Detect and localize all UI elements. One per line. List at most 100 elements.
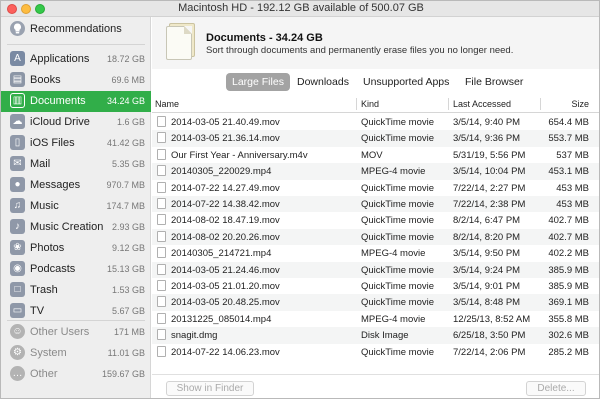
files-table: Name Kind Last Accessed Size 2014-03-05 …	[152, 95, 599, 374]
category-title: Documents - 34.24 GB	[206, 32, 323, 44]
sidebar-item-music[interactable]: ♫ Music 174.7 MB	[1, 196, 151, 217]
last-accessed-cell: 5/31/19, 5:56 PM	[453, 149, 526, 161]
sidebar-item-size: 41.42 GB	[106, 138, 145, 148]
sidebar-item-size: 18.72 GB	[106, 54, 145, 64]
file-size-cell: 553.7 MB	[548, 133, 589, 145]
file-icon	[157, 198, 166, 209]
table-row[interactable]: 2014-03-05 21.36.14.mov QuickTime movie 3/…	[152, 130, 599, 147]
sidebar-item-ios-files[interactable]: ▯ iOS Files 41.42 GB	[1, 133, 151, 154]
sidebar-item-photos[interactable]: ❀ Photos 9.12 GB	[1, 238, 151, 259]
sidebar: Recommendations A Applications 18.72 GB ▤ Bo…	[1, 17, 151, 398]
messages-icon: ●	[10, 177, 25, 192]
delete-button[interactable]: Delete...	[526, 381, 586, 396]
column-header-name[interactable]: Name	[155, 95, 180, 113]
file-name-cell: 20140305_220029.mp4	[171, 166, 272, 178]
sidebar-item-size: 34.24 GB	[106, 96, 145, 106]
sidebar-item-books[interactable]: ▤ Books 69.6 MB	[1, 70, 151, 91]
file-size-cell: 537 MB	[556, 149, 589, 161]
sidebar-item-label: System	[30, 347, 67, 359]
other-icon: …	[10, 366, 25, 381]
last-accessed-cell: 7/22/14, 2:06 PM	[453, 346, 526, 358]
last-accessed-cell: 3/5/14, 9:40 PM	[453, 117, 521, 128]
file-icon	[157, 165, 166, 177]
file-size-cell: 402.7 MB	[548, 215, 589, 227]
file-name-cell: snagit.dmg	[171, 330, 218, 342]
sidebar-item-trash[interactable]: □ Trash 1.53 GB	[1, 280, 151, 301]
sidebar-item-size: 15.13 GB	[106, 264, 145, 274]
file-kind-cell: QuickTime movie	[361, 281, 435, 292]
sidebar-item-label: iOS Files	[30, 137, 75, 149]
tv-icon: ▭	[10, 303, 25, 318]
sidebar-item-label: Music Creation	[30, 221, 104, 233]
table-header: Name Kind Last Accessed Size	[152, 95, 599, 113]
file-kind-cell: MPEG-4 movie	[361, 313, 426, 325]
table-row[interactable]: Our First Year - Anniversary.m4v MOV 5/31/…	[152, 147, 599, 163]
file-name-cell: 20131225_085014.mp4	[171, 313, 272, 325]
sidebar-item-other-users[interactable]: ☺ Other Users 171 MB	[1, 322, 151, 343]
sidebar-item-icloud-drive[interactable]: ☁ iCloud Drive 1.6 GB	[1, 112, 151, 133]
file-size-cell: 453 MB	[556, 182, 589, 194]
file-name-cell: 2014-08-02 18.47.19.mov	[171, 215, 280, 227]
table-row[interactable]: 2014-03-05 21.40.49.mov QuickTime movie 3/…	[152, 114, 599, 130]
sidebar-item-mail[interactable]: ✉ Mail 5.35 GB	[1, 154, 151, 175]
table-row[interactable]: snagit.dmg Disk Image 6/25/18, 3:50 PM 302.…	[152, 327, 599, 344]
column-header-kind[interactable]: Kind	[361, 95, 380, 113]
file-kind-cell: QuickTime movie	[361, 182, 435, 194]
last-accessed-cell: 12/25/13, 8:52 AM	[453, 313, 531, 325]
users-icon: ☺	[10, 324, 25, 339]
table-row[interactable]: 2014-08-02 18.47.19.mov QuickTime movie 8/…	[152, 212, 599, 228]
sidebar-item-size: 2.93 GB	[111, 222, 145, 232]
table-row[interactable]: 20140305_220029.mp4 MPEG-4 movie 3/5/14, 1…	[152, 163, 599, 180]
column-separator	[356, 98, 357, 110]
sidebar-item-podcasts[interactable]: ◉ Podcasts 15.13 GB	[1, 259, 151, 280]
table-row[interactable]: 2014-07-22 14.06.23.mov QuickTime movie 7/…	[152, 344, 599, 360]
sidebar-item-label: Podcasts	[30, 263, 76, 275]
sidebar-item-label: iCloud Drive	[30, 116, 90, 128]
file-size-cell: 402.2 MB	[548, 248, 589, 260]
sidebar-item-music-creation[interactable]: ♪ Music Creation 2.93 GB	[1, 217, 151, 238]
sidebar-item-tv[interactable]: ▭ TV 5.67 GB	[1, 301, 151, 322]
category-description: Sort through documents and permanently e…	[206, 45, 514, 56]
file-size-cell: 355.8 MB	[548, 313, 589, 325]
tab-unsupported-apps[interactable]: Unsupported Apps	[357, 73, 455, 91]
table-row[interactable]: 2014-08-02 20.20.26.mov QuickTime movie 8/…	[152, 228, 599, 246]
main-panel: Documents - 34.24 GB Sort through docume…	[152, 17, 599, 398]
sidebar-item-system[interactable]: ⚙ System 11.01 GB	[1, 343, 151, 364]
last-accessed-cell: 3/5/14, 10:04 PM	[453, 166, 526, 178]
sidebar-item-size: 5.35 GB	[111, 159, 145, 169]
photos-icon: ❀	[10, 240, 25, 255]
file-kind-cell: QuickTime movie	[361, 297, 435, 309]
tab-large-files[interactable]: Large Files	[226, 73, 290, 91]
file-icon	[157, 214, 166, 226]
tab-file-browser[interactable]: File Browser	[459, 73, 529, 91]
table-row[interactable]: 2014-07-22 14.38.42.mov QuickTime movie 7/…	[152, 196, 599, 213]
table-row[interactable]: 2014-03-05 21.01.20.mov QuickTime movie 3/…	[152, 278, 599, 294]
table-row[interactable]: 20131225_085014.mp4 MPEG-4 movie 12/25/13,…	[152, 311, 599, 327]
sidebar-item-label: Other	[30, 368, 58, 380]
sidebar-item-size: 69.6 MB	[111, 75, 145, 85]
file-kind-cell: QuickTime movie	[361, 215, 435, 227]
tab-downloads[interactable]: Downloads	[291, 73, 355, 91]
sidebar-item-recommendations[interactable]: Recommendations	[1, 19, 151, 40]
file-icon	[157, 148, 166, 160]
podcasts-icon: ◉	[10, 261, 25, 276]
sidebar-item-applications[interactable]: A Applications 18.72 GB	[1, 49, 151, 70]
table-row[interactable]: 2014-07-22 14.27.49.mov QuickTime movie 7/…	[152, 180, 599, 196]
file-size-cell: 654.4 MB	[548, 117, 589, 128]
gear-icon: ⚙	[10, 345, 25, 360]
books-icon: ▤	[10, 72, 25, 87]
file-size-cell: 453.1 MB	[548, 166, 589, 178]
table-row[interactable]: 2014-03-05 21.24.46.mov QuickTime movie 3/…	[152, 261, 599, 278]
sidebar-item-other[interactable]: … Other 159.67 GB	[1, 364, 151, 385]
file-name-cell: 2014-08-02 20.20.26.mov	[171, 231, 280, 243]
file-icon	[157, 230, 166, 242]
sidebar-item-documents[interactable]: ▥ Documents 34.24 GB	[1, 91, 151, 112]
column-header-size[interactable]: Size	[571, 95, 589, 113]
column-header-last-accessed[interactable]: Last Accessed	[453, 95, 512, 113]
table-row[interactable]: 20140305_214721.mp4 MPEG-4 movie 3/5/14, 9…	[152, 245, 599, 261]
sidebar-item-label: Applications	[30, 53, 90, 65]
table-row[interactable]: 2014-03-05 20.48.25.mov QuickTime movie 3/…	[152, 294, 599, 311]
sidebar-item-label: Books	[30, 74, 61, 86]
show-in-finder-button[interactable]: Show in Finder	[166, 381, 254, 396]
sidebar-item-messages[interactable]: ● Messages 970.7 MB	[1, 175, 151, 196]
